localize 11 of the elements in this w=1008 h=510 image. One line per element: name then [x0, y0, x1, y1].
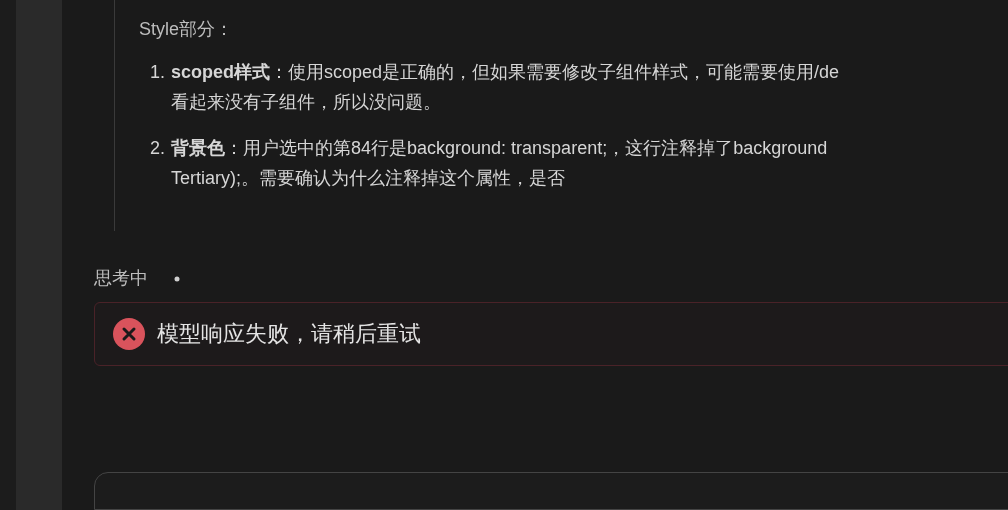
loading-dot-icon [174, 275, 180, 282]
error-message: 模型响应失败，请稍后重试 [157, 320, 421, 349]
error-icon [113, 317, 145, 350]
list-text: Tertiary);。需要确认为什么注释掉这个属性，是否 [171, 167, 566, 190]
list-number: 1. [149, 61, 165, 84]
thinking-label: 思考中 [94, 267, 148, 291]
list-number: 2. [149, 137, 165, 160]
list-text: 背景色：用户选中的第84行是background: transparent;，这行注释掉了background [171, 137, 828, 160]
list-text: 看起来没有子组件，所以没问题。 [171, 91, 442, 114]
section-heading: Style部分： [139, 18, 235, 41]
list-text: scoped样式：使用scoped是正确的，但如果需要修改子组件样式，可能需要使用/de [171, 61, 840, 84]
